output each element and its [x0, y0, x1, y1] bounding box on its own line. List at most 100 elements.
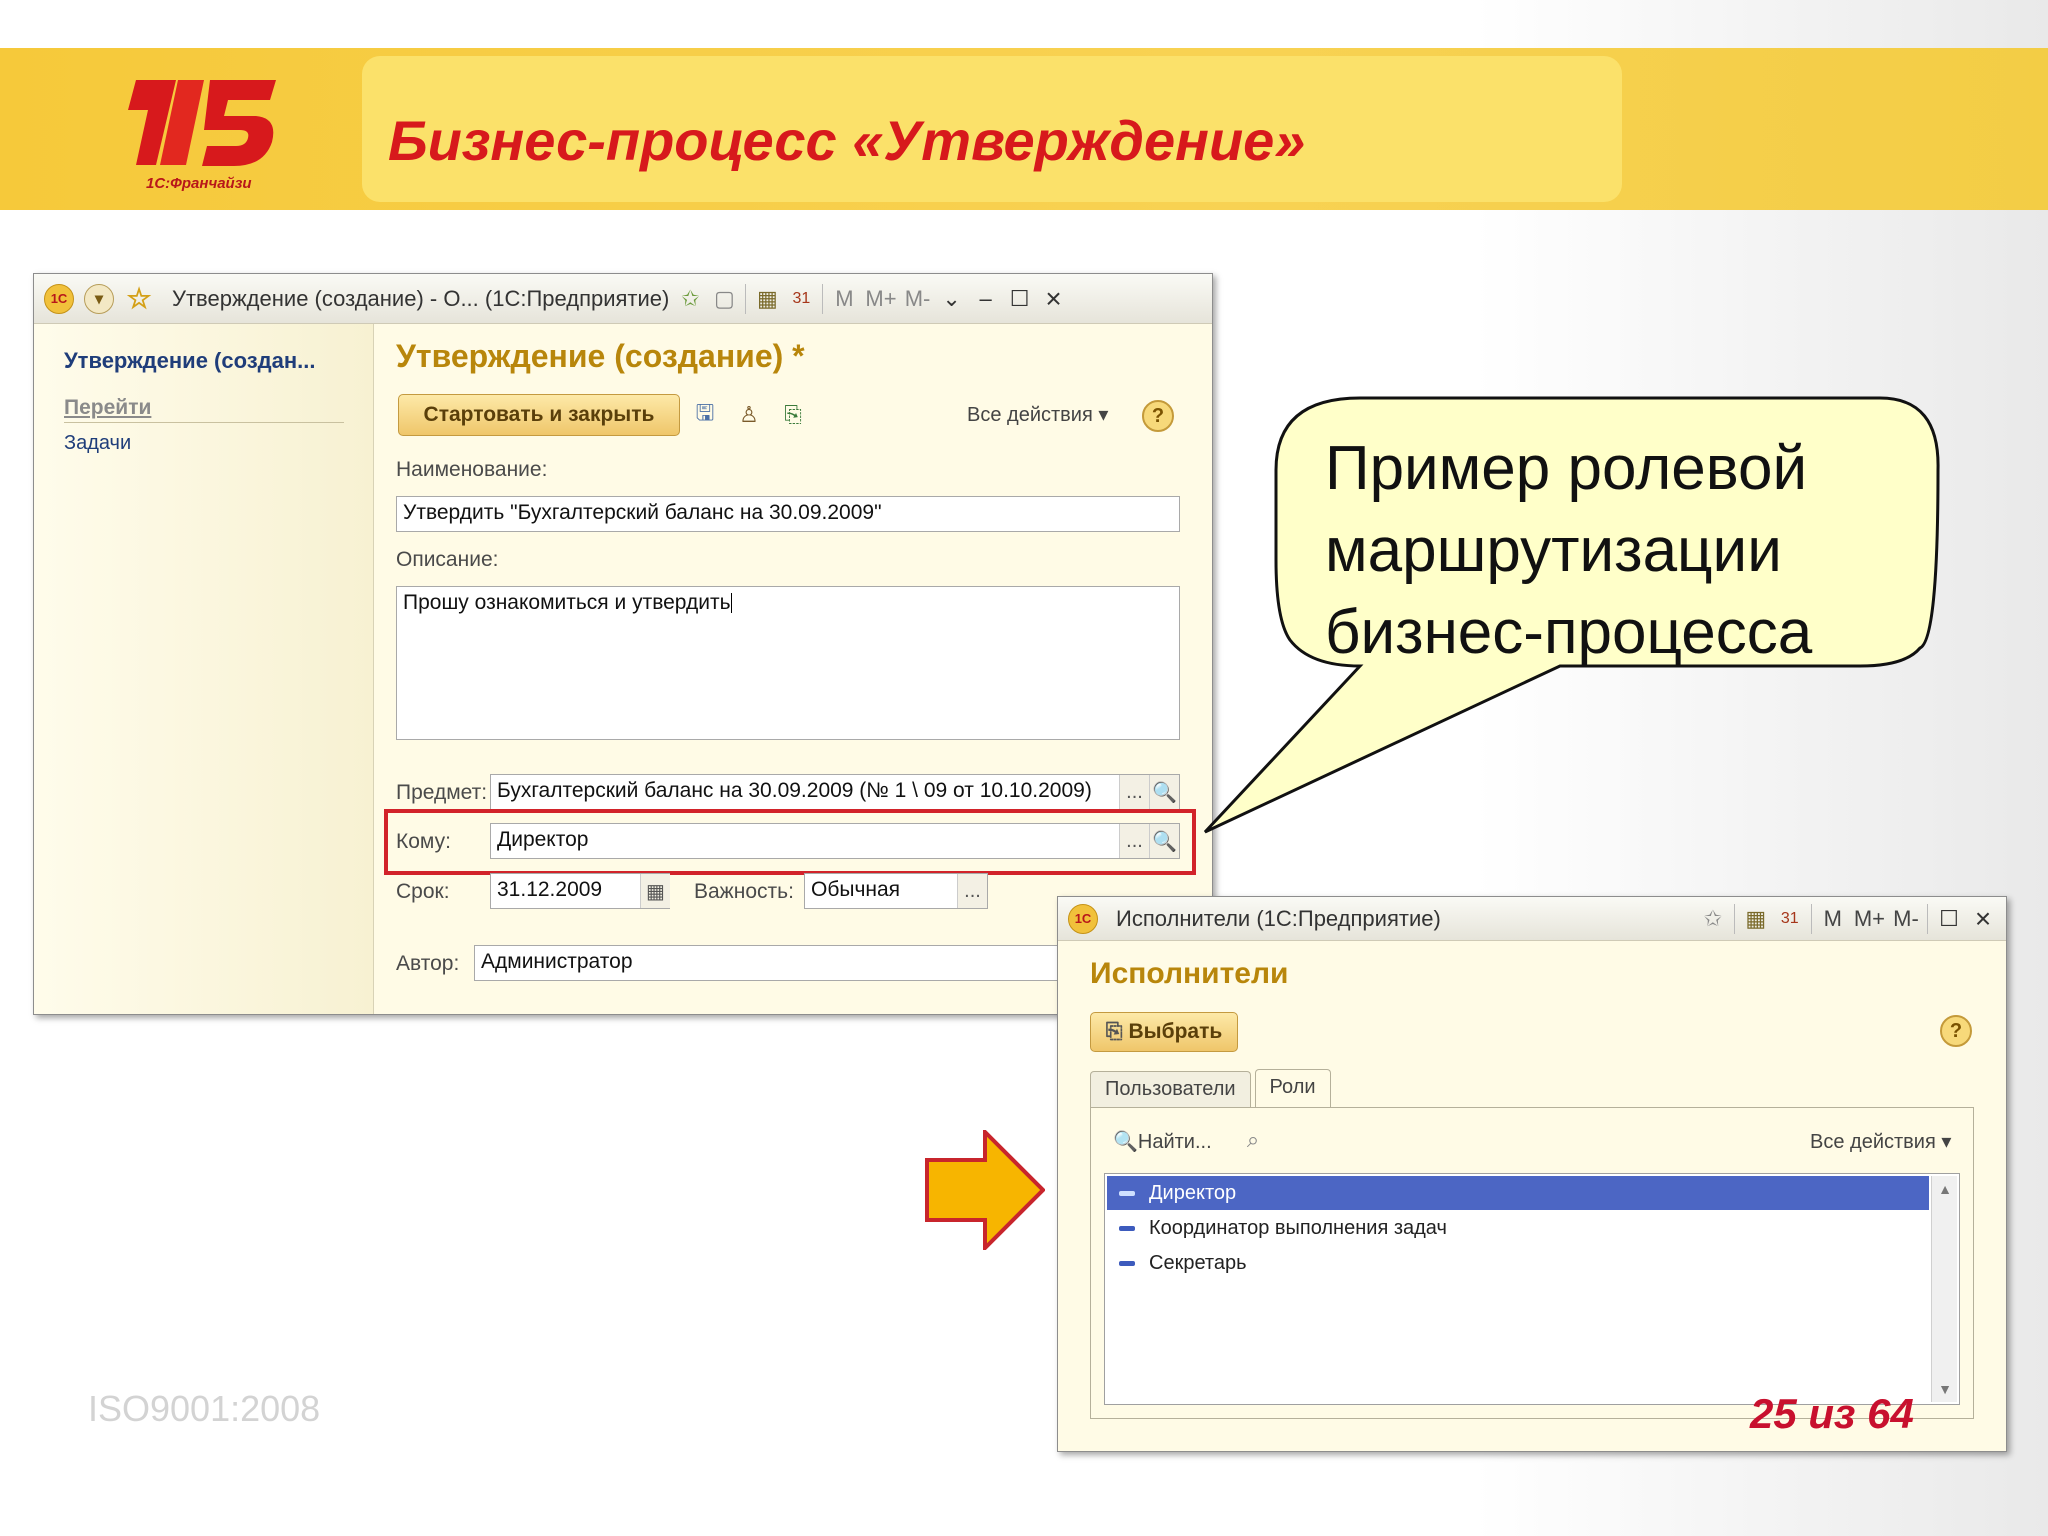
performers-tabs: Пользователи Роли	[1090, 1069, 1335, 1107]
help-icon[interactable]: ?	[1940, 1015, 1972, 1047]
maximize-icon[interactable]: ☐	[1936, 904, 1962, 934]
roles-list: Директор Координатор выполнения задач Се…	[1104, 1173, 1960, 1405]
callout-line-3: бизнес-процесса	[1325, 598, 1813, 667]
memory-m-button[interactable]: M	[831, 284, 857, 314]
toolbar-separator	[1733, 903, 1735, 934]
memory-mminus-button[interactable]: M-	[1893, 904, 1919, 934]
toolbar-separator	[822, 283, 824, 314]
save-icon[interactable]: 🖫	[690, 400, 720, 430]
arrow-right-icon	[925, 1130, 1045, 1250]
approval-window-titlebar[interactable]: 1С ▾ ☆ Утверждение (создание) - О... (1С…	[34, 274, 1212, 324]
performers-window: 1С Исполнители (1С:Предприятие) ✩ ▦ 31 M…	[1057, 896, 2007, 1452]
cancel-search-icon[interactable]: ⌕	[1238, 1125, 1268, 1155]
due-label: Срок:	[396, 880, 450, 903]
route-icon[interactable]: ♙	[734, 400, 764, 430]
memory-mminus-button[interactable]: M-	[905, 284, 931, 314]
performers-heading: Исполнители	[1090, 957, 1289, 990]
role-icon	[1119, 1260, 1135, 1266]
description-field[interactable]: Прошу ознакомиться и утвердить	[396, 586, 1180, 740]
list-item-label: Секретарь	[1149, 1251, 1247, 1274]
nav-divider	[64, 422, 344, 423]
choose-icon: ⎘	[1105, 1020, 1123, 1043]
page-number: 25 из 64	[1750, 1390, 1914, 1437]
history-icon[interactable]: ▢	[711, 284, 737, 314]
navigation-pane	[34, 324, 374, 1014]
nav-title[interactable]: Утверждение (создан...	[64, 348, 316, 374]
callout-line-2: маршрутизации	[1325, 516, 1782, 585]
memory-mplus-button[interactable]: M+	[1854, 904, 1885, 934]
slide-title: Бизнес-процесс «Утверждение»	[388, 109, 1306, 172]
importance-label: Важность:	[694, 880, 794, 903]
list-item[interactable]: Директор	[1107, 1176, 1929, 1210]
find-button[interactable]: 🔍Найти...	[1113, 1129, 1212, 1154]
window-title: Исполнители (1С:Предприятие)	[1116, 905, 1441, 931]
maximize-icon[interactable]: ☐	[1007, 284, 1033, 314]
scroll-down-icon[interactable]: ▼	[1932, 1376, 1958, 1402]
window-title: Утверждение (создание) - О... (1С:Предпр…	[172, 285, 670, 311]
minimize-icon[interactable]: –	[973, 284, 999, 314]
find-label: Найти...	[1137, 1131, 1212, 1153]
chevron-down-icon[interactable]: ⌄	[939, 284, 965, 314]
subject-select-button[interactable]: ...	[1119, 775, 1149, 809]
importance-select-button[interactable]: ...	[957, 874, 987, 908]
favorites-icon[interactable]: ✩	[677, 284, 703, 314]
all-actions-label: Все действия	[1810, 1131, 1936, 1153]
nav-link-tasks[interactable]: Задачи	[64, 432, 131, 455]
list-scrollbar[interactable]: ▲ ▼	[1931, 1176, 1957, 1402]
close-icon[interactable]: ×	[1970, 903, 1996, 934]
description-text: Прошу ознакомиться и утвердить	[403, 591, 731, 614]
calendar-icon[interactable]: 31	[788, 284, 814, 314]
dropdown-icon[interactable]: ▾	[84, 283, 114, 314]
favorites-icon[interactable]: ✩	[1700, 904, 1726, 934]
author-label: Автор:	[396, 952, 460, 975]
choose-button[interactable]: ⎘ Выбрать	[1090, 1012, 1238, 1052]
memory-m-button[interactable]: M	[1820, 904, 1846, 934]
description-label: Описание:	[396, 548, 499, 571]
list-item[interactable]: Секретарь	[1107, 1246, 1929, 1280]
help-icon[interactable]: ?	[1142, 400, 1174, 432]
logo-1c-icon[interactable]: 1С	[1068, 903, 1098, 934]
logo-1c-icon[interactable]: 1С	[44, 283, 74, 314]
calculator-icon[interactable]: ▦	[1743, 904, 1769, 934]
to-select-button[interactable]: ...	[1119, 824, 1149, 858]
export-icon[interactable]: ⎘	[778, 400, 808, 430]
logo-1c-franchise: 1С:Франчайзи	[106, 70, 296, 195]
list-item-label: Директор	[1149, 1181, 1237, 1204]
close-icon[interactable]: ×	[1041, 283, 1067, 314]
to-search-icon[interactable]: 🔍	[1149, 824, 1179, 858]
search-icon: 🔍	[1113, 1131, 1138, 1153]
choose-button-label: Выбрать	[1128, 1020, 1223, 1043]
subject-field[interactable]: Бухгалтерский баланс на 30.09.2009 (№ 1 …	[490, 774, 1180, 810]
to-label: Кому:	[396, 830, 451, 853]
approval-window: 1С ▾ ☆ Утверждение (создание) - О... (1С…	[33, 273, 1213, 1015]
start-and-close-button[interactable]: Стартовать и закрыть	[398, 394, 680, 436]
subject-label: Предмет:	[396, 781, 488, 804]
list-item[interactable]: Координатор выполнения задач	[1107, 1211, 1929, 1245]
list-item-label: Координатор выполнения задач	[1149, 1216, 1447, 1239]
callout-text: Пример ролевой маршрутизации бизнес-проц…	[1325, 428, 1812, 674]
subject-search-icon[interactable]: 🔍	[1149, 775, 1179, 809]
tab-users[interactable]: Пользователи	[1090, 1071, 1251, 1107]
star-icon[interactable]: ☆	[124, 283, 154, 314]
toolbar-separator	[745, 283, 747, 314]
name-label: Наименование:	[396, 458, 548, 481]
calculator-icon[interactable]: ▦	[754, 284, 780, 314]
calendar-icon[interactable]: ▦	[640, 874, 670, 908]
callout-line-1: Пример ролевой	[1325, 434, 1808, 503]
all-actions-menu[interactable]: Все действия ▾	[967, 402, 1108, 427]
name-field[interactable]: Утвердить "Бухгалтерский баланс на 30.09…	[396, 496, 1180, 532]
tab-roles[interactable]: Роли	[1254, 1069, 1331, 1107]
logo-1c-icon: 1С:Франчайзи	[128, 80, 276, 192]
scroll-up-icon[interactable]: ▲	[1932, 1176, 1958, 1202]
to-field[interactable]: Директор	[490, 823, 1180, 859]
text-cursor	[730, 593, 732, 614]
all-actions-label: Все действия	[967, 404, 1093, 426]
all-actions-menu[interactable]: Все действия ▾	[1810, 1129, 1951, 1154]
role-icon	[1119, 1225, 1135, 1231]
toolbar-separator	[1927, 903, 1928, 934]
memory-mplus-button[interactable]: M+	[865, 284, 896, 314]
toolbar-separator	[1810, 903, 1812, 934]
calendar-icon[interactable]: 31	[1777, 904, 1803, 934]
performers-window-titlebar[interactable]: 1С Исполнители (1С:Предприятие) ✩ ▦ 31 M…	[1058, 897, 2006, 941]
role-icon	[1119, 1190, 1135, 1196]
